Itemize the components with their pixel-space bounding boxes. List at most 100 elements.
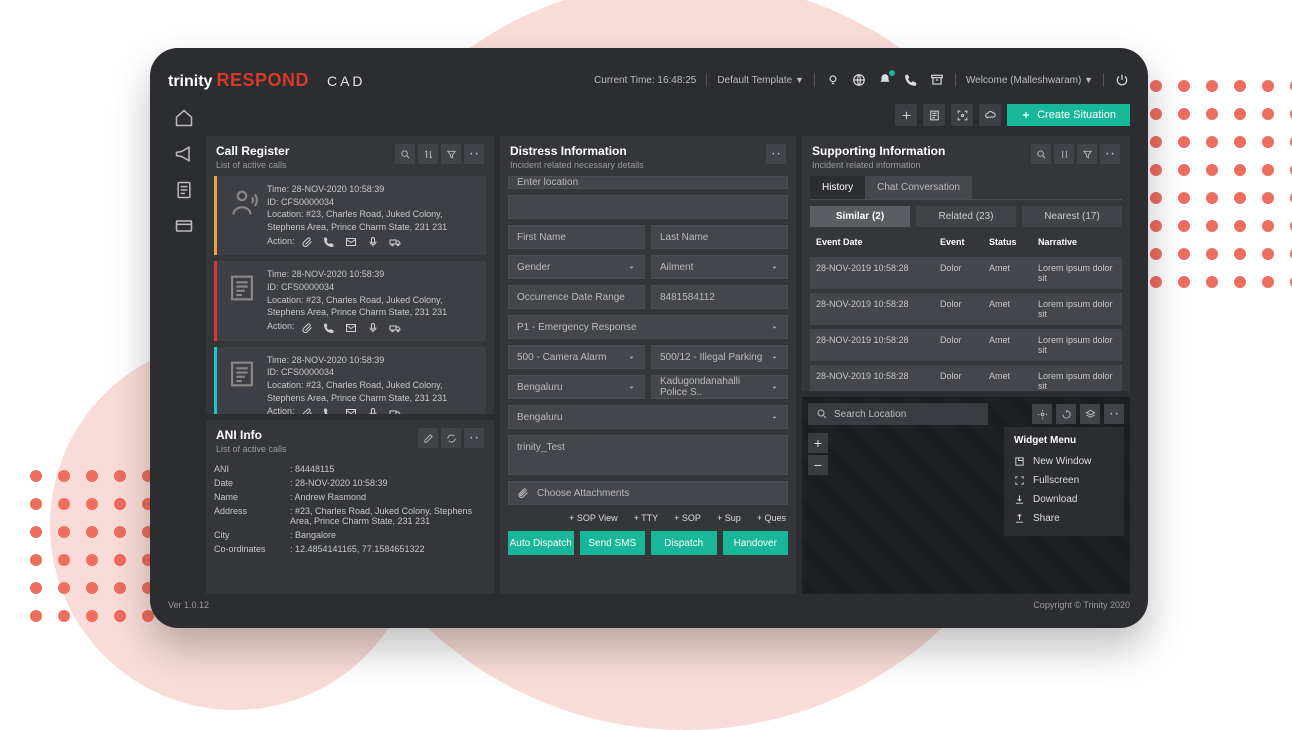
distress-title: Distress Information: [510, 144, 644, 158]
user-dropdown[interactable]: Welcome (Malleshwaram) ▼: [966, 75, 1093, 86]
more-icon[interactable]: ··: [1100, 144, 1120, 164]
sort-icon[interactable]: [418, 144, 438, 164]
tab-similar[interactable]: Similar (2): [810, 206, 910, 227]
sopview-link[interactable]: + SOP View: [569, 513, 617, 523]
date-range-input[interactable]: Occurrence Date Range: [508, 285, 645, 309]
power-icon[interactable]: [1114, 72, 1130, 88]
more-icon[interactable]: ··: [464, 144, 484, 164]
ani-info-panel: ANI Info List of active calls ·· ANI: 84…: [206, 420, 494, 594]
distress-panel: Distress Information Incident related ne…: [500, 136, 796, 594]
last-name-input[interactable]: Last Name: [651, 225, 788, 249]
priority-select[interactable]: P1 - Emergency Response: [508, 315, 788, 339]
first-name-input[interactable]: First Name: [508, 225, 645, 249]
ani-title: ANI Info: [216, 428, 287, 442]
category2-select[interactable]: 500/12 - Illegal Parking: [651, 345, 788, 369]
send-sms-button[interactable]: Send SMS: [580, 531, 646, 555]
ailment-select[interactable]: Ailment: [651, 255, 788, 279]
attach-icon[interactable]: [301, 322, 313, 334]
widget-download[interactable]: Download: [1014, 490, 1114, 509]
gender-select[interactable]: Gender: [508, 255, 645, 279]
tab-chat[interactable]: Chat Conversation: [865, 176, 972, 199]
globe-icon[interactable]: [851, 72, 867, 88]
widget-new-window[interactable]: New Window: [1014, 452, 1114, 471]
call-action-label: Action:: [267, 320, 295, 333]
truck-icon[interactable]: [389, 236, 401, 248]
truck-icon[interactable]: [389, 322, 401, 334]
tty-link[interactable]: + TTY: [634, 513, 659, 523]
ani-key: Name: [214, 492, 284, 502]
refresh-icon[interactable]: [441, 428, 461, 448]
search-icon[interactable]: [395, 144, 415, 164]
template-dropdown[interactable]: Default Template ▼: [717, 75, 804, 86]
mail-icon[interactable]: [345, 236, 357, 248]
police-station-select[interactable]: Kadugondanahalli Police S..: [651, 375, 788, 399]
widget-fullscreen[interactable]: Fullscreen: [1014, 471, 1114, 490]
megaphone-icon[interactable]: [174, 144, 194, 164]
create-situation-button[interactable]: Create Situation: [1007, 104, 1130, 126]
sup-link[interactable]: + Sup: [717, 513, 741, 523]
cloud-icon[interactable]: [979, 104, 1001, 126]
mail-icon[interactable]: [345, 407, 357, 414]
filter-icon[interactable]: [441, 144, 461, 164]
mail-icon[interactable]: [345, 322, 357, 334]
add-icon[interactable]: [895, 104, 917, 126]
sort-icon[interactable]: [1054, 144, 1074, 164]
call-icon[interactable]: [323, 322, 335, 334]
zoom-out-button[interactable]: −: [808, 455, 828, 475]
search-icon[interactable]: [1031, 144, 1051, 164]
location-input[interactable]: Enter location: [508, 176, 788, 189]
bell-icon[interactable]: [877, 72, 893, 88]
category1-select[interactable]: 500 - Camera Alarm: [508, 345, 645, 369]
call-card[interactable]: Time: 28-NOV-2020 10:58:39 ID: CFS000003…: [214, 347, 486, 414]
call-icon[interactable]: [323, 236, 335, 248]
filter-icon[interactable]: [1077, 144, 1097, 164]
mic-icon[interactable]: [367, 407, 379, 414]
call-card[interactable]: Time: 28-NOV-2020 10:58:39 ID: CFS000003…: [214, 261, 486, 340]
location-details[interactable]: [508, 195, 788, 219]
bulb-icon[interactable]: [825, 72, 841, 88]
call-time: Time: 28-NOV-2020 10:58:39: [267, 183, 478, 196]
card-icon[interactable]: [174, 216, 194, 236]
more-icon[interactable]: ··: [464, 428, 484, 448]
dispatch-button[interactable]: Dispatch: [651, 531, 717, 555]
call-icon[interactable]: [323, 407, 335, 414]
more-icon[interactable]: ··: [1104, 404, 1124, 424]
sop-link[interactable]: + SOP: [674, 513, 701, 523]
list-icon[interactable]: [923, 104, 945, 126]
notes-textarea[interactable]: trinity_Test: [508, 435, 788, 475]
tab-related[interactable]: Related (23): [916, 206, 1016, 227]
scan-icon[interactable]: [951, 104, 973, 126]
city2-select[interactable]: Bengaluru: [508, 405, 788, 429]
table-row[interactable]: 28-NOV-2019 10:58:28DolorAmetLorem ipsum…: [810, 293, 1122, 325]
locate-icon[interactable]: [1032, 404, 1052, 424]
ani-key: ANI: [214, 464, 284, 474]
zoom-in-button[interactable]: +: [808, 433, 828, 453]
handover-button[interactable]: Handover: [723, 531, 789, 555]
auto-dispatch-button[interactable]: Auto Dispatch: [508, 531, 574, 555]
attach-icon[interactable]: [301, 407, 313, 414]
truck-icon[interactable]: [389, 407, 401, 414]
layers-icon[interactable]: [1080, 404, 1100, 424]
call-card[interactable]: Time: 28-NOV-2020 10:58:39 ID: CFS000003…: [214, 176, 486, 255]
attachments-button[interactable]: Choose Attachments: [508, 481, 788, 505]
edit-icon[interactable]: [418, 428, 438, 448]
table-row[interactable]: 28-NOV-2019 10:58:28DolorAmetLorem ipsum…: [810, 257, 1122, 289]
table-row[interactable]: 28-NOV-2019 10:58:28DolorAmetLorem ipsum…: [810, 365, 1122, 391]
city-select[interactable]: Bengaluru: [508, 375, 645, 399]
ques-link[interactable]: + Ques: [757, 513, 786, 523]
more-icon[interactable]: ··: [766, 144, 786, 164]
phone-input[interactable]: 8481584112: [651, 285, 788, 309]
map-search-input[interactable]: Search Location: [808, 403, 988, 425]
reset-icon[interactable]: [1056, 404, 1076, 424]
widget-share[interactable]: Share: [1014, 509, 1114, 528]
table-row[interactable]: 28-NOV-2019 10:58:28DolorAmetLorem ipsum…: [810, 329, 1122, 361]
tab-nearest[interactable]: Nearest (17): [1022, 206, 1122, 227]
archive-icon[interactable]: [929, 72, 945, 88]
mic-icon[interactable]: [367, 322, 379, 334]
tab-history[interactable]: History: [810, 176, 865, 199]
mic-icon[interactable]: [367, 236, 379, 248]
clipboard-icon[interactable]: [174, 180, 194, 200]
attach-icon[interactable]: [301, 236, 313, 248]
home-icon[interactable]: [174, 108, 194, 128]
phone-icon[interactable]: [903, 72, 919, 88]
